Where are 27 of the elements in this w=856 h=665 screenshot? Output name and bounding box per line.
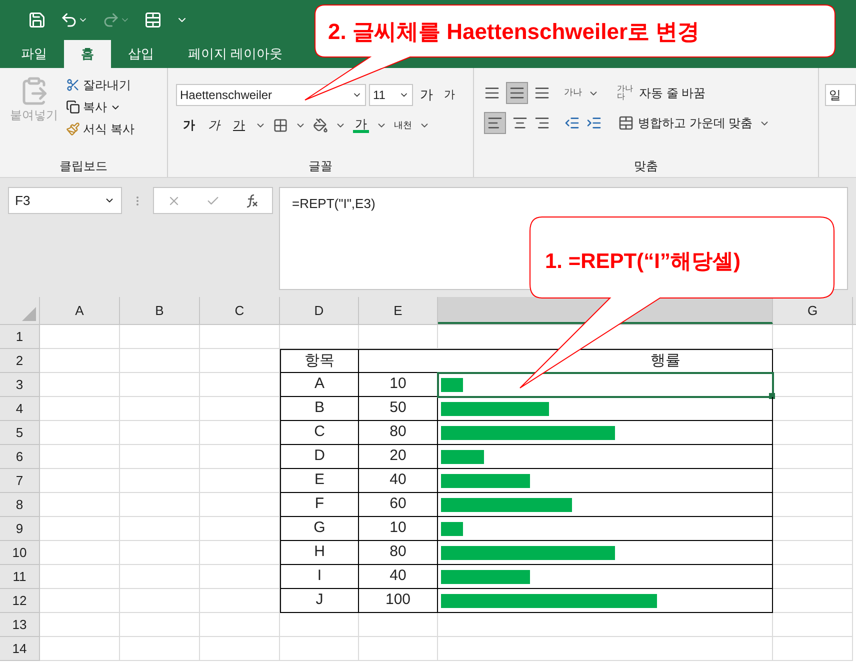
- table-cell: D: [280, 445, 359, 469]
- table-cell: G: [280, 517, 359, 541]
- wrap-text-icon: 가나다: [617, 85, 633, 101]
- table-cell: 80: [359, 541, 438, 565]
- group-label: 맞춤: [634, 158, 658, 175]
- callout-text: 1. =REPT(“I”해당셀): [545, 249, 740, 275]
- table-cell: F: [280, 493, 359, 517]
- table-cell: 100: [359, 589, 438, 613]
- table-header-cell: 항목: [280, 349, 359, 373]
- table-cell: 20: [359, 445, 438, 469]
- table-cell: I: [280, 565, 359, 589]
- table-cell: 40: [359, 469, 438, 493]
- table-cell: 60: [359, 493, 438, 517]
- table-cell: C: [280, 421, 359, 445]
- callout-text: 2. 글씨체를 Haettenschweiler로 변경: [328, 18, 700, 46]
- table-cell: 50: [359, 397, 438, 421]
- table-cell: H: [280, 541, 359, 565]
- group-label: 글꼴: [308, 158, 332, 175]
- table-cell: 80: [359, 421, 438, 445]
- table-cell: A: [280, 373, 359, 397]
- table-cell: 10: [359, 373, 438, 397]
- group-label: 클립보드: [60, 158, 108, 175]
- table-cell: 10: [359, 517, 438, 541]
- table-cell: E: [280, 469, 359, 493]
- table-cell: B: [280, 397, 359, 421]
- table-cell: J: [280, 589, 359, 613]
- table-cell: 40: [359, 565, 438, 589]
